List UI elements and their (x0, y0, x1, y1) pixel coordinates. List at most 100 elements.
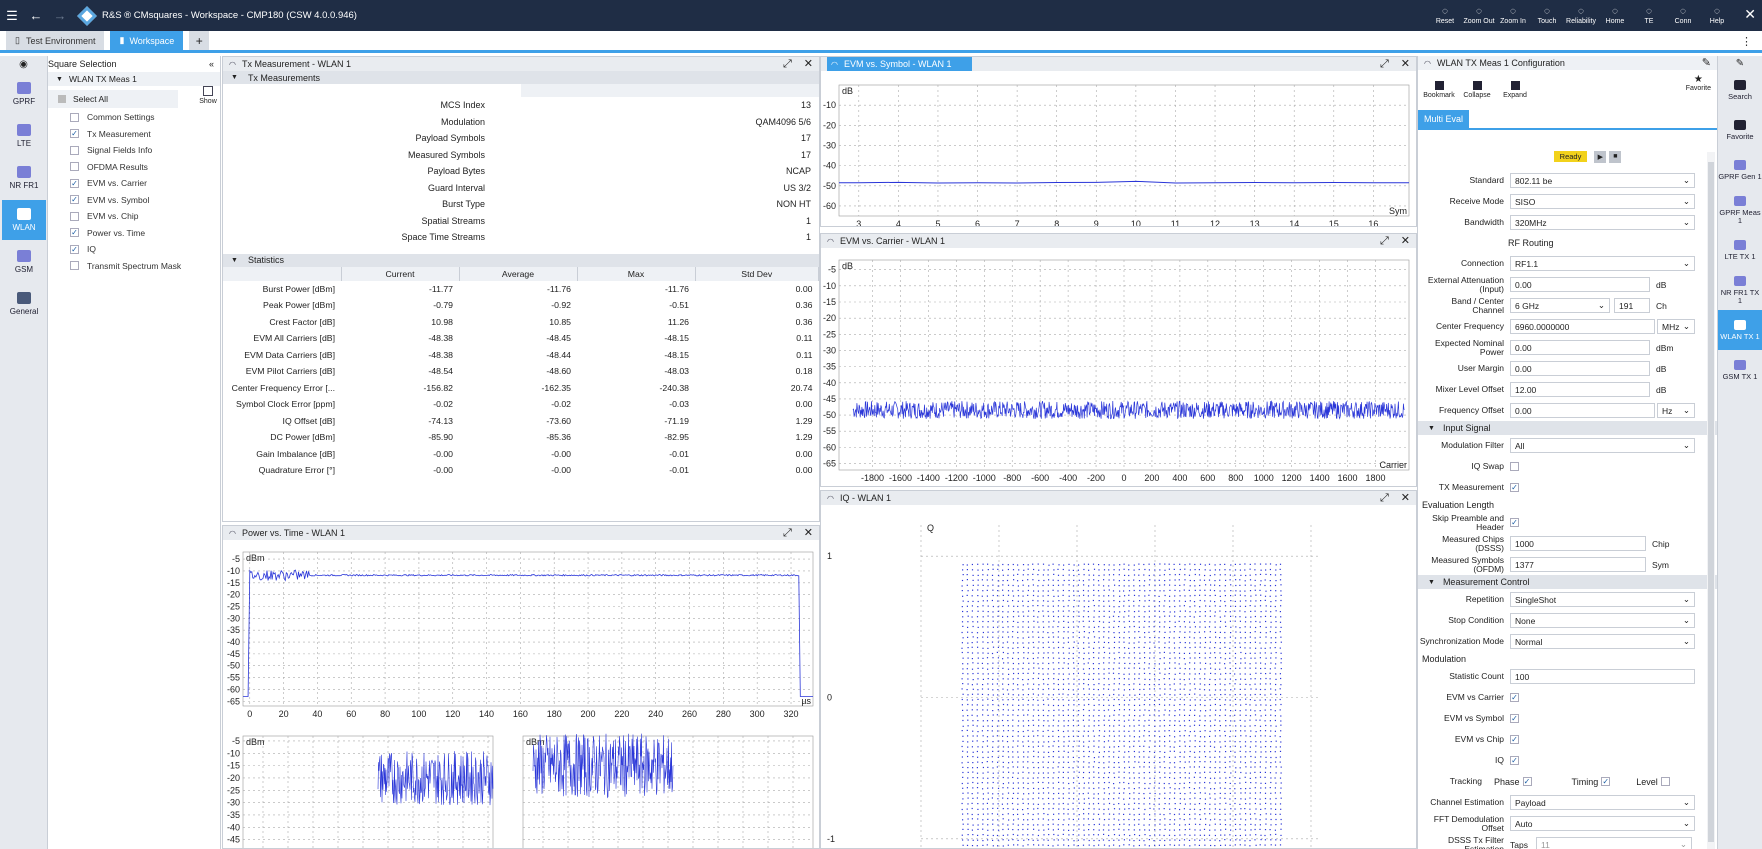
tree-item[interactable]: Transmit Spectrum Mask (48, 258, 220, 275)
section-header[interactable]: ▼ Statistics (223, 253, 819, 267)
nav-gsm[interactable]: GSM (2, 242, 46, 282)
toolbar-zoom-out-button[interactable]: ◌ Zoom Out (1462, 0, 1496, 31)
checkbox[interactable] (70, 145, 79, 155)
chan-est-select[interactable]: Payload ⌄ (1510, 795, 1695, 810)
mod-filter-select[interactable]: All ⌄ (1510, 438, 1695, 453)
select-all-checkbox[interactable] (58, 95, 66, 103)
section-header[interactable]: ▼ Measurement Control (1418, 575, 1717, 589)
stop-select[interactable]: None ⌄ (1510, 613, 1695, 628)
section-header[interactable]: ▼ Tx Measurements (223, 71, 819, 84)
wrench-icon[interactable]: ✎ (1702, 56, 1711, 70)
timing-checkbox[interactable]: ✓ (1601, 777, 1611, 786)
checkbox[interactable] (70, 112, 79, 122)
evm-symbol-chart[interactable]: -10-20-30-40-50-603 4 5 6 7 8 9 10 11 12 13 14 15 16d… (821, 71, 1417, 227)
standard-select[interactable]: 802.11 be ⌄ (1510, 173, 1695, 188)
wrench-icon[interactable]: ✎ (1718, 56, 1762, 70)
bookmark-button[interactable]: Bookmark (1420, 70, 1458, 110)
toolbar-zoom-in-button[interactable]: ◌ Zoom In (1496, 0, 1530, 31)
nav-gsm-tx-1[interactable]: GSM TX 1 (1718, 350, 1762, 390)
freq-offset-input[interactable]: 0.00 (1510, 403, 1655, 418)
tree-item[interactable]: Signal Fields Info (48, 142, 220, 159)
skip-checkbox[interactable]: ✓ (1510, 518, 1519, 527)
toolbar-home-button[interactable]: ◌ Home (1598, 0, 1632, 31)
tab-workspace[interactable]: ▮ Workspace (110, 31, 184, 50)
forward-icon[interactable]: → (48, 0, 72, 31)
tree-item[interactable]: Common Settings (48, 109, 220, 126)
nav-favorite[interactable]: Favorite (1718, 110, 1762, 150)
nav-wlan-tx-1[interactable]: WLAN TX 1 (1718, 310, 1762, 350)
evm-carrier-checkbox[interactable]: ✓ (1510, 693, 1519, 702)
dsss-select[interactable]: 11 ⌄ (1535, 837, 1692, 849)
stop-button[interactable]: ■ (1609, 150, 1622, 163)
fft-select[interactable]: Auto ⌄ (1510, 816, 1695, 831)
close-icon[interactable]: ✕ (1401, 491, 1410, 505)
nav-wlan[interactable]: WLAN (2, 200, 46, 240)
maximize-icon[interactable]: ⤢ (1380, 57, 1389, 71)
nav-gprf-meas-1[interactable]: GPRF Meas 1 (1718, 190, 1762, 230)
phase-checkbox[interactable]: ✓ (1522, 777, 1532, 786)
tree-group[interactable]: ▼ WLAN TX Meas 1 (48, 72, 220, 86)
toolbar-conn-button[interactable]: ◌ Conn (1666, 0, 1700, 31)
tx-meas-checkbox[interactable]: ✓ (1510, 483, 1519, 492)
more-options-icon[interactable]: ⋮ (1741, 35, 1752, 48)
maximize-icon[interactable]: ⤢ (783, 526, 792, 540)
band-select[interactable]: 6 GHz ⌄ (1510, 298, 1610, 313)
toolbar-reliability-button[interactable]: ◌ Reliability (1564, 0, 1598, 31)
iq-checkbox[interactable]: ✓ (1510, 756, 1519, 765)
eye-icon[interactable]: ◉ (0, 56, 47, 72)
evm-symbol-checkbox[interactable]: ✓ (1510, 714, 1519, 723)
maximize-icon[interactable]: ⤢ (1380, 234, 1389, 248)
checkbox[interactable]: ✓ (70, 129, 79, 139)
nav-lte[interactable]: LTE (2, 116, 46, 156)
bandwidth-select[interactable]: 320MHz ⌄ (1510, 215, 1695, 230)
nav-general[interactable]: General (2, 284, 46, 324)
maximize-icon[interactable]: ⤢ (783, 57, 792, 71)
offset-unit-select[interactable]: Hz ⌄ (1657, 403, 1695, 418)
nav-nr-fr1-tx-1[interactable]: NR FR1 TX 1 (1718, 270, 1762, 310)
close-window-icon[interactable]: ✕ (1744, 6, 1756, 23)
nav-search[interactable]: Search (1718, 70, 1762, 110)
evm-chip-checkbox[interactable]: ✓ (1510, 735, 1519, 744)
mixer-level-input[interactable]: 12.00 (1510, 382, 1650, 397)
checkbox[interactable]: ✓ (70, 228, 79, 238)
close-icon[interactable]: ✕ (1401, 57, 1410, 71)
nav-gprf-gen-1[interactable]: GPRF Gen 1 (1718, 150, 1762, 190)
nav-lte-tx-1[interactable]: LTE TX 1 (1718, 230, 1762, 270)
evm-carrier-chart[interactable]: -5-10-15-20-25-30-35-40-45-50-55-60-65-1… (821, 248, 1417, 487)
back-icon[interactable]: ← (24, 0, 48, 31)
tab-multi-eval[interactable]: Multi Eval (1418, 110, 1717, 130)
checkbox[interactable] (70, 162, 79, 172)
close-icon[interactable]: ✕ (1401, 234, 1410, 248)
checkbox[interactable] (70, 211, 79, 221)
tab-test-environment[interactable]: ▯ Test Environment (6, 31, 105, 50)
checkbox[interactable] (70, 261, 79, 271)
tree-item[interactable]: ✓ Tx Measurement (48, 126, 220, 143)
nav-nr-fr1[interactable]: NR FR1 (2, 158, 46, 198)
maximize-icon[interactable]: ⤢ (1380, 491, 1389, 505)
freq-unit-select[interactable]: MHz ⌄ (1657, 319, 1695, 334)
connection-select[interactable]: RF1.1 ⌄ (1510, 256, 1695, 271)
toolbar-help-button[interactable]: ◌ Help (1700, 0, 1734, 31)
toolbar-touch-button[interactable]: ◌ Touch (1530, 0, 1564, 31)
scrollbar-thumb[interactable] (1708, 162, 1714, 842)
level-checkbox[interactable] (1660, 777, 1670, 786)
toolbar-te-button[interactable]: ◌ TE (1632, 0, 1666, 31)
add-tab-button[interactable]: + (189, 31, 210, 50)
tree-item[interactable]: OFDMA Results (48, 159, 220, 176)
stat-count-input[interactable]: 100 (1510, 669, 1695, 684)
menu-icon[interactable]: ☰ (0, 0, 24, 31)
tree-item[interactable]: EVM vs. Chip (48, 208, 220, 225)
checkbox[interactable]: ✓ (70, 195, 79, 205)
section-header[interactable]: ▼ Input Signal (1418, 421, 1717, 435)
nav-gprf[interactable]: GPRF (2, 74, 46, 114)
toolbar-reset-button[interactable]: ◌ Reset (1428, 0, 1462, 31)
expand-button[interactable]: Expand (1496, 70, 1534, 110)
iq-chart[interactable]: 10-1Q (821, 505, 1417, 849)
show-button[interactable]: Show (198, 86, 218, 105)
tree-item[interactable]: ✓ Power vs. Time (48, 225, 220, 242)
collapse-button[interactable]: Collapse (1458, 70, 1496, 110)
receive-mode-select[interactable]: SISO ⌄ (1510, 194, 1695, 209)
tree-item[interactable]: ✓ EVM vs. Symbol (48, 192, 220, 209)
tree-item[interactable]: ✓ EVM vs. Carrier (48, 175, 220, 192)
collapse-panel-icon[interactable]: « (209, 59, 214, 69)
